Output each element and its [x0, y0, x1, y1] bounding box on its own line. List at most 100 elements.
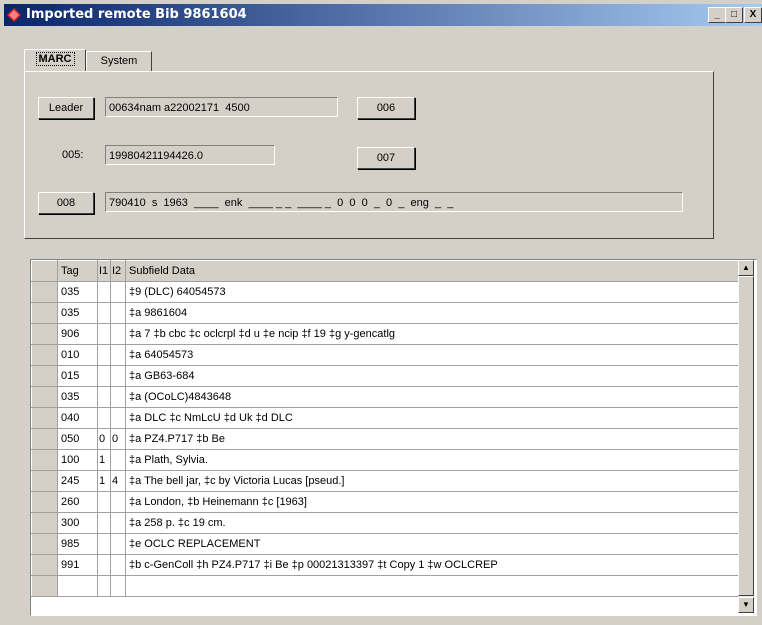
table-row[interactable]: 035 ‡a (OCoLC)4843648 [31, 386, 739, 408]
i2-cell[interactable] [110, 344, 126, 366]
row-selector[interactable] [31, 470, 58, 492]
tag-cell[interactable]: 985 [57, 533, 98, 555]
row-selector[interactable] [31, 323, 58, 345]
field-007-button[interactable]: 007 [357, 147, 415, 169]
row-selector[interactable] [31, 386, 58, 408]
subfield-data-cell[interactable]: ‡9 (DLC) 64054573 [125, 281, 739, 303]
i1-cell[interactable] [97, 512, 111, 534]
subfield-data-cell[interactable]: ‡a 9861604 [125, 302, 739, 324]
i2-cell[interactable] [110, 554, 126, 576]
i1-cell[interactable] [97, 302, 111, 324]
vertical-scrollbar[interactable]: ▲ ▼ [738, 260, 754, 613]
i1-cell[interactable]: 1 [97, 470, 111, 492]
column-header-tag[interactable]: Tag [57, 260, 98, 282]
subfield-data-cell[interactable]: ‡b c-GenColl ‡h PZ4.P717 ‡i Be ‡p 000213… [125, 554, 739, 576]
i2-cell[interactable]: 0 [110, 428, 126, 450]
subfield-data-cell[interactable]: ‡a Plath, Sylvia. [125, 449, 739, 471]
tag-cell[interactable]: 035 [57, 386, 98, 408]
table-row[interactable]: 991 ‡b c-GenColl ‡h PZ4.P717 ‡i Be ‡p 000… [31, 554, 739, 576]
table-row[interactable]: 035 ‡9 (DLC) 64054573 [31, 281, 739, 303]
tab-system[interactable]: System [86, 51, 152, 72]
column-header-subfield-data[interactable]: Subfield Data [125, 260, 739, 282]
row-selector[interactable] [31, 281, 58, 303]
tag-cell[interactable]: 035 [57, 281, 98, 303]
row-selector[interactable] [31, 428, 58, 450]
tab-marc[interactable]: MARC [24, 49, 86, 72]
i2-cell[interactable]: 4 [110, 470, 126, 492]
i2-cell[interactable] [110, 281, 126, 303]
tag-cell[interactable]: 300 [57, 512, 98, 534]
i1-cell[interactable] [97, 323, 111, 345]
field-006-button[interactable]: 006 [357, 97, 415, 119]
table-row[interactable]: 015 ‡a GB63-684 [31, 365, 739, 387]
row-selector[interactable] [31, 365, 58, 387]
tag-cell[interactable]: 010 [57, 344, 98, 366]
i2-cell[interactable] [110, 386, 126, 408]
subfield-data-cell[interactable]: ‡a London, ‡b Heinemann ‡c [1963] [125, 491, 739, 513]
i1-cell[interactable] [97, 491, 111, 513]
table-row[interactable]: 300 ‡a 258 p. ‡c 19 cm. [31, 512, 739, 534]
i2-cell[interactable] [110, 512, 126, 534]
subfield-data-cell[interactable]: ‡e OCLC REPLACEMENT [125, 533, 739, 555]
field-008-button[interactable]: 008 [38, 192, 94, 214]
table-row[interactable]: 245 1 4 ‡a The bell jar, ‡c by Victoria Luc… [31, 470, 739, 492]
subfield-data-cell[interactable]: ‡a 258 p. ‡c 19 cm. [125, 512, 739, 534]
empty-cell[interactable] [110, 575, 126, 597]
tag-cell[interactable]: 906 [57, 323, 98, 345]
table-row[interactable]: 040 ‡a DLC ‡c NmLcU ‡d Uk ‡d DLC [31, 407, 739, 429]
close-button[interactable]: X [744, 7, 762, 23]
down-arrow-icon[interactable]: ▼ [738, 597, 754, 613]
tag-cell[interactable]: 100 [57, 449, 98, 471]
table-row[interactable]: 906 ‡a 7 ‡b cbc ‡c oclcrpl ‡d u ‡e ncip ‡… [31, 323, 739, 345]
subfield-data-cell[interactable]: ‡a 7 ‡b cbc ‡c oclcrpl ‡d u ‡e ncip ‡f 1… [125, 323, 739, 345]
subfield-data-cell[interactable]: ‡a PZ4.P717 ‡b Be [125, 428, 739, 450]
row-selector[interactable] [31, 407, 58, 429]
empty-cell[interactable] [57, 575, 98, 597]
subfield-data-cell[interactable]: ‡a 64054573 [125, 344, 739, 366]
row-selector[interactable] [31, 512, 58, 534]
empty-cell[interactable] [125, 575, 739, 597]
tag-cell[interactable]: 245 [57, 470, 98, 492]
empty-cell[interactable] [31, 575, 58, 597]
leader-button[interactable]: Leader [38, 97, 94, 119]
minimize-button[interactable]: _ [708, 7, 726, 23]
up-arrow-icon[interactable]: ▲ [738, 260, 754, 276]
tag-cell[interactable]: 015 [57, 365, 98, 387]
row-selector[interactable] [31, 449, 58, 471]
i1-cell[interactable] [97, 281, 111, 303]
row-selector[interactable] [31, 302, 58, 324]
column-header-i2[interactable]: I2 [110, 260, 126, 282]
row-selector[interactable] [31, 533, 58, 555]
field-008-value[interactable]: 790410 s 1963 ____ enk ____ _ _ ____ _ 0… [105, 192, 683, 212]
row-selector[interactable] [31, 491, 58, 513]
column-header-i1[interactable]: I1 [97, 260, 111, 282]
subfield-data-cell[interactable]: ‡a GB63-684 [125, 365, 739, 387]
i2-cell[interactable] [110, 491, 126, 513]
i1-cell[interactable] [97, 365, 111, 387]
i1-cell[interactable]: 0 [97, 428, 111, 450]
tag-cell[interactable]: 040 [57, 407, 98, 429]
i1-cell[interactable] [97, 407, 111, 429]
leader-field[interactable]: 00634nam a22002171 4500 [105, 97, 338, 117]
i1-cell[interactable] [97, 554, 111, 576]
empty-row[interactable] [31, 575, 739, 597]
i2-cell[interactable] [110, 533, 126, 555]
table-row[interactable]: 035 ‡a 9861604 [31, 302, 739, 324]
row-selector[interactable] [31, 344, 58, 366]
i2-cell[interactable] [110, 407, 126, 429]
i1-cell[interactable]: 1 [97, 449, 111, 471]
i1-cell[interactable] [97, 386, 111, 408]
i2-cell[interactable] [110, 365, 126, 387]
i2-cell[interactable] [110, 449, 126, 471]
title-bar[interactable]: Imported remote Bib 9861604 _ □ X [4, 4, 762, 26]
scroll-thumb[interactable] [738, 276, 754, 596]
table-row[interactable]: 050 0 0 ‡a PZ4.P717 ‡b Be [31, 428, 739, 450]
tag-cell[interactable]: 050 [57, 428, 98, 450]
tag-cell[interactable]: 991 [57, 554, 98, 576]
subfield-data-cell[interactable]: ‡a The bell jar, ‡c by Victoria Lucas [p… [125, 470, 739, 492]
subfield-data-cell[interactable]: ‡a DLC ‡c NmLcU ‡d Uk ‡d DLC [125, 407, 739, 429]
subfield-data-cell[interactable]: ‡a (OCoLC)4843648 [125, 386, 739, 408]
table-row[interactable]: 010 ‡a 64054573 [31, 344, 739, 366]
table-row[interactable]: 985 ‡e OCLC REPLACEMENT [31, 533, 739, 555]
table-row[interactable]: 260 ‡a London, ‡b Heinemann ‡c [1963] [31, 491, 739, 513]
